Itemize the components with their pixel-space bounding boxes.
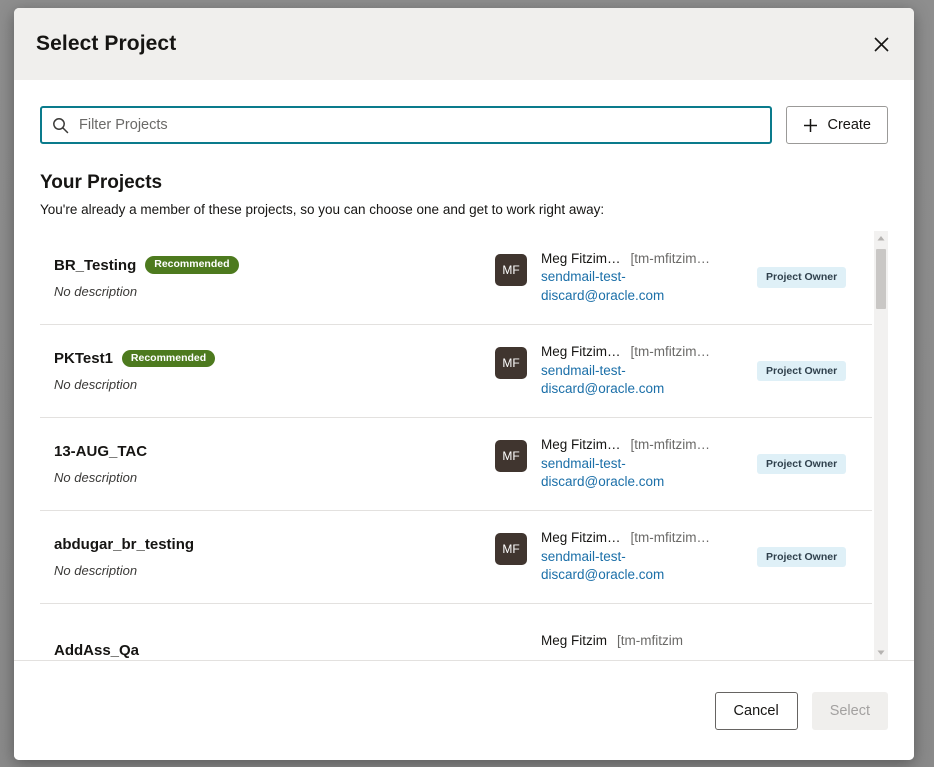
dialog-footer: Cancel Select	[14, 660, 914, 760]
owner-handle: [tm-mfitzim…	[630, 530, 710, 546]
search-input[interactable]	[69, 116, 761, 134]
scrollbar-thumb[interactable]	[876, 249, 886, 309]
project-role: Project Owner	[745, 360, 872, 382]
create-button[interactable]: Create	[786, 106, 888, 144]
close-glyph	[873, 36, 889, 52]
owner-text: Meg Fitzim… [tm-mfitzim… sendmail-test-dis…	[541, 250, 710, 306]
project-row[interactable]: AddAss_Qa Meg Fitzim [tm-mfitzim	[40, 603, 872, 660]
project-info: 13-AUG_TAC No description	[40, 443, 495, 485]
recommended-badge: Recommended	[145, 256, 239, 274]
project-name-line: abdugar_br_testing	[54, 536, 495, 553]
projects-scrollbar[interactable]	[874, 231, 888, 660]
owner-handle: [tm-mfitzim…	[630, 250, 710, 266]
scrollbar-track[interactable]	[874, 245, 888, 646]
project-owner: MF Meg Fitzim… [tm-mfitzim… sendmail-test-d…	[495, 250, 745, 306]
project-name-line: 13-AUG_TAC	[54, 443, 495, 460]
project-name: PKTest1	[54, 350, 113, 367]
scroll-down-arrow-icon[interactable]	[874, 646, 888, 660]
role-badge: Project Owner	[757, 360, 847, 382]
owner-handle: [tm-mfitzim…	[630, 437, 710, 453]
project-name: abdugar_br_testing	[54, 536, 195, 553]
avatar-placeholder	[495, 636, 527, 660]
projects-list-wrapper: BR_Testing Recommended No description MF Meg…	[40, 231, 888, 660]
project-row[interactable]: abdugar_br_testing No description MF Meg Fi…	[40, 510, 872, 603]
project-row[interactable]: BR_Testing Recommended No description MF Meg…	[40, 231, 872, 324]
avatar: MF	[495, 440, 527, 473]
create-button-label: Create	[827, 117, 871, 133]
project-description: No description	[54, 470, 138, 485]
caret-down-glyph	[877, 650, 885, 655]
close-icon[interactable]	[866, 29, 896, 59]
project-description: No description	[54, 563, 138, 578]
owner-email-link[interactable]: sendmail-test-discard@oracle.com	[541, 455, 691, 492]
project-name: BR_Testing	[54, 256, 137, 274]
role-badge: Project Owner	[757, 546, 847, 568]
project-row[interactable]: PKTest1 Recommended No description MF Meg Fi…	[40, 324, 872, 417]
owner-identity: Meg Fitzim… [tm-mfitzim…	[541, 250, 710, 269]
owner-text: Meg Fitzim… [tm-mfitzim… sendmail-test-dis…	[541, 529, 710, 585]
owner-email-link[interactable]: sendmail-test-discard@oracle.com	[541, 548, 691, 585]
avatar: MF	[495, 533, 527, 566]
search-box[interactable]	[40, 106, 773, 144]
search-row: Create	[40, 106, 888, 144]
owner-name: Meg Fitzim…	[541, 530, 621, 546]
owner-identity: Meg Fitzim… [tm-mfitzim…	[541, 343, 710, 362]
owner-handle: [tm-mfitzim…	[630, 344, 710, 360]
project-role: Project Owner	[745, 546, 872, 568]
owner-name: Meg Fitzim…	[541, 250, 621, 266]
owner-handle: [tm-mfitzim	[617, 633, 683, 648]
avatar: MF	[495, 347, 527, 380]
project-name-line: PKTest1 Recommended	[54, 349, 495, 368]
owner-name: Meg Fitzim…	[541, 344, 621, 360]
role-badge: Project Owner	[757, 267, 847, 288]
project-owner: MF Meg Fitzim… [tm-mfitzim… sendmail-test-d…	[495, 529, 745, 585]
scroll-up-arrow-icon[interactable]	[874, 231, 888, 245]
owner-identity: Meg Fitzim… [tm-mfitzim…	[541, 436, 710, 455]
project-role: Project Owner	[745, 267, 872, 288]
project-description: No description	[54, 283, 138, 299]
project-owner: MF Meg Fitzim… [tm-mfitzim… sendmail-test-d…	[495, 343, 745, 399]
dialog-body: Create Your Projects You're already a me…	[14, 80, 914, 660]
projects-list: BR_Testing Recommended No description MF Meg…	[40, 231, 872, 660]
owner-email-link[interactable]: sendmail-test-discard@oracle.com	[541, 268, 691, 305]
project-info: BR_Testing Recommended No description	[40, 256, 495, 299]
select-project-dialog: Select Project Create Your	[14, 8, 914, 760]
avatar: MF	[495, 253, 527, 286]
owner-name: Meg Fitzim	[541, 633, 608, 648]
owner-text: Meg Fitzim… [tm-mfitzim… sendmail-test-dis…	[541, 436, 710, 492]
section-heading: Your Projects	[40, 172, 163, 193]
dialog-header: Select Project	[14, 8, 914, 80]
project-owner: Meg Fitzim [tm-mfitzim	[495, 632, 745, 660]
dialog-title: Select Project	[36, 32, 177, 55]
caret-up-glyph	[877, 236, 885, 241]
owner-identity: Meg Fitzim [tm-mfitzim	[541, 632, 683, 651]
project-name-line: BR_Testing Recommended	[54, 256, 495, 274]
project-owner: MF Meg Fitzim… [tm-mfitzim… sendmail-test-d…	[495, 436, 745, 492]
project-name: 13-AUG_TAC	[54, 443, 148, 460]
project-info: abdugar_br_testing No description	[40, 536, 495, 578]
owner-email-link[interactable]: sendmail-test-discard@oracle.com	[541, 362, 691, 399]
owner-name: Meg Fitzim…	[541, 437, 621, 453]
project-role: Project Owner	[745, 453, 872, 475]
owner-text: Meg Fitzim… [tm-mfitzim… sendmail-test-dis…	[541, 343, 710, 399]
project-row[interactable]: 13-AUG_TAC No description MF Meg Fitzim… [tm…	[40, 417, 872, 510]
project-info: AddAss_Qa	[40, 642, 495, 659]
recommended-badge: Recommended	[121, 349, 216, 368]
project-description: No description	[54, 377, 138, 393]
project-name: AddAss_Qa	[54, 641, 140, 659]
plus-icon	[804, 118, 818, 132]
role-badge: Project Owner	[757, 453, 847, 475]
owner-identity: Meg Fitzim… [tm-mfitzim…	[541, 529, 710, 548]
select-button: Select	[811, 691, 888, 730]
project-info: PKTest1 Recommended No description	[40, 349, 495, 393]
owner-text: Meg Fitzim [tm-mfitzim	[541, 632, 683, 651]
section-subheading: You're already a member of these project…	[40, 202, 605, 217]
project-name-line: AddAss_Qa	[54, 642, 495, 659]
search-icon	[53, 117, 69, 133]
cancel-button[interactable]: Cancel	[714, 691, 798, 730]
